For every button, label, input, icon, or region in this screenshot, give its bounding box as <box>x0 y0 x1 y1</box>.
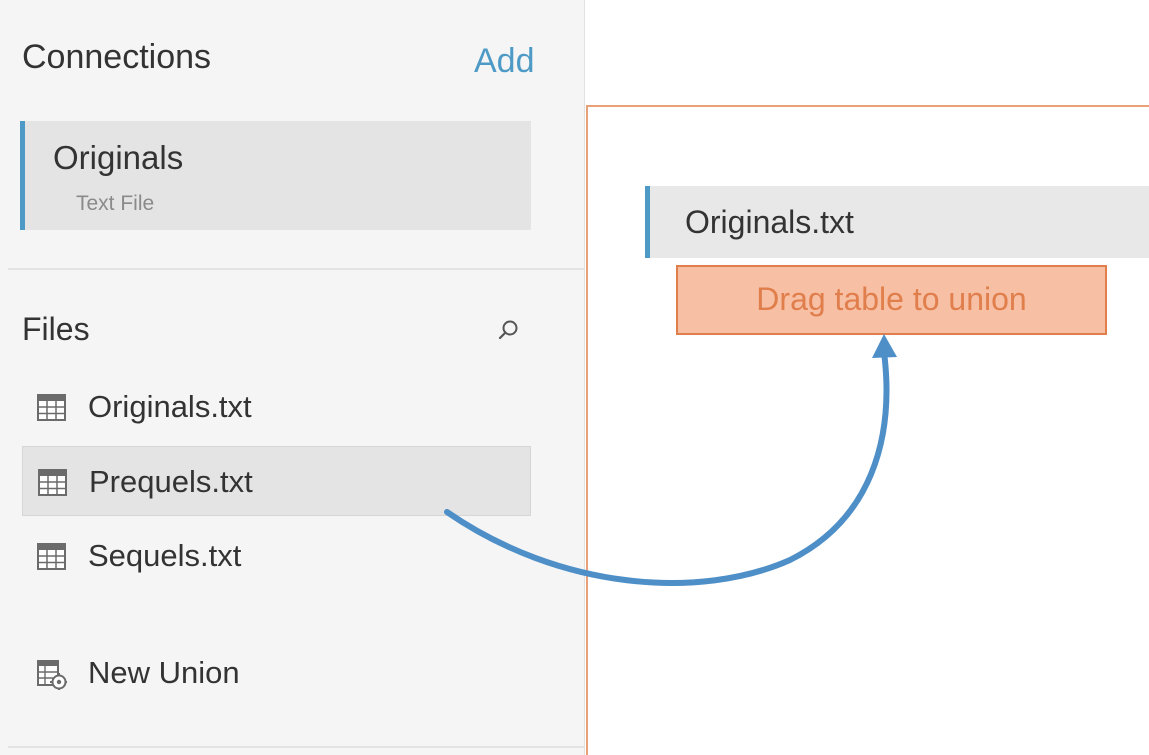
section-divider <box>8 746 584 748</box>
file-label: Prequels.txt <box>89 464 253 499</box>
file-item-prequels[interactable]: Prequels.txt <box>22 446 531 516</box>
file-item-originals[interactable]: Originals.txt <box>22 372 531 442</box>
section-divider <box>8 268 584 270</box>
file-item-sequels[interactable]: Sequels.txt <box>22 521 531 591</box>
file-label: Originals.txt <box>88 389 252 424</box>
search-icon[interactable] <box>496 318 522 344</box>
connection-name: Originals <box>53 139 184 176</box>
new-union-item[interactable]: New Union <box>22 638 531 708</box>
connection-type: Text File <box>76 192 155 215</box>
table-icon <box>38 469 68 497</box>
left-sidebar: Connections Add Originals Text File File… <box>0 0 585 755</box>
connection-item-originals[interactable]: Originals Text File <box>20 121 531 230</box>
table-icon <box>37 543 67 571</box>
files-header: Files <box>22 311 90 347</box>
connections-header: Connections <box>22 38 212 76</box>
canvas-table-originals[interactable]: Originals.txt <box>645 186 1149 258</box>
table-icon <box>37 394 67 422</box>
union-drop-zone[interactable]: Drag table to union <box>676 265 1107 335</box>
new-union-icon <box>37 660 67 690</box>
drop-zone-label: Drag table to union <box>756 281 1027 317</box>
add-connection-link[interactable]: Add <box>474 42 535 81</box>
canvas-table-label: Originals.txt <box>685 204 854 240</box>
file-label: New Union <box>88 655 240 690</box>
file-label: Sequels.txt <box>88 538 242 573</box>
data-source-page: Connections Add Originals Text File File… <box>0 0 1149 755</box>
